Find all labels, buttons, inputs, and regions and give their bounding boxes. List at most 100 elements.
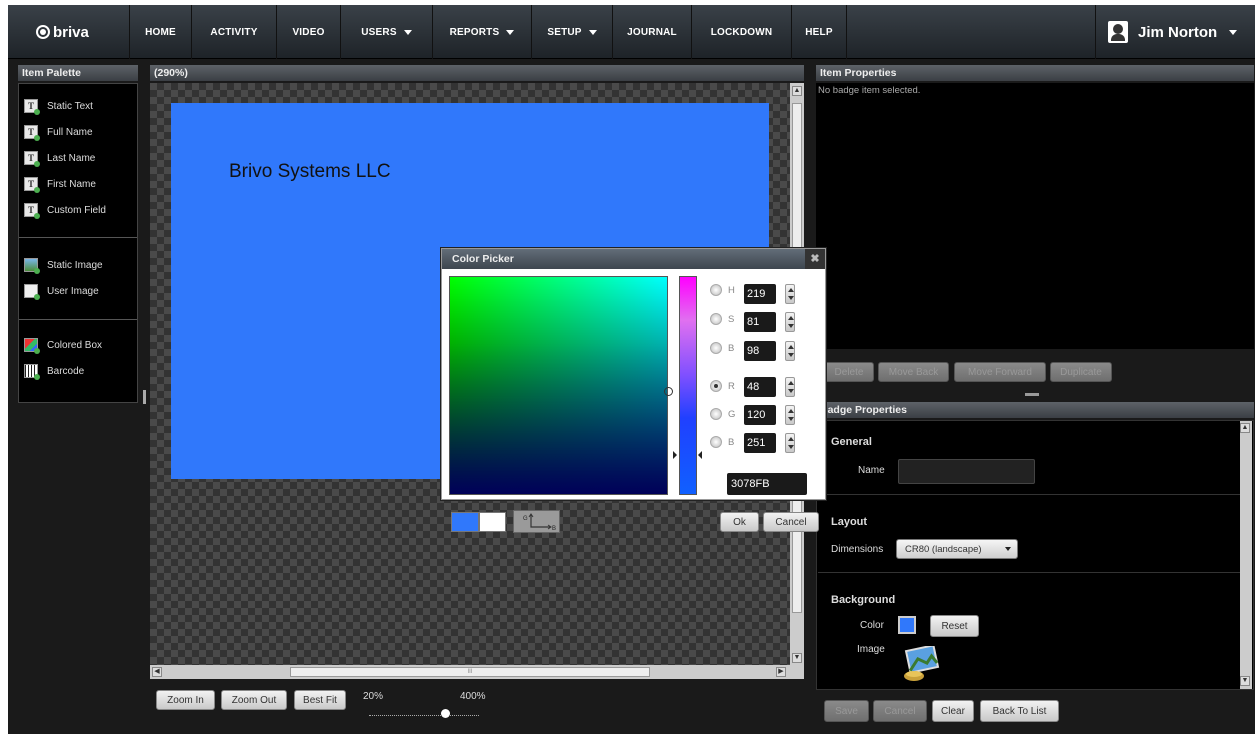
- palette-item-label: Static Image: [47, 259, 103, 271]
- canvas-horizontal-scrollbar[interactable]: ◀ III ▶: [150, 665, 804, 679]
- brivo-logo[interactable]: briva: [8, 5, 130, 59]
- background-color-swatch[interactable]: [898, 616, 916, 634]
- palette-item-full-name[interactable]: T Full Name: [24, 122, 93, 142]
- move-back-button[interactable]: Move Back: [878, 362, 949, 382]
- radio-hue[interactable]: [710, 284, 722, 296]
- radio-red[interactable]: [710, 380, 722, 392]
- close-icon[interactable]: ✖: [805, 249, 825, 269]
- nav-help-label: HELP: [805, 26, 833, 38]
- cancel-color-button[interactable]: Cancel: [763, 512, 819, 532]
- nav-home-label: HOME: [145, 26, 176, 38]
- delete-button[interactable]: Delete: [824, 362, 874, 382]
- move-forward-button[interactable]: Move Forward: [954, 362, 1046, 382]
- scroll-right-icon[interactable]: ▶: [776, 667, 786, 677]
- panel-resize-handle[interactable]: [1025, 393, 1039, 396]
- nav-video[interactable]: VIDEO: [277, 5, 341, 59]
- palette-item-label: Barcode: [47, 365, 85, 377]
- blue-stepper[interactable]: [785, 433, 795, 453]
- item-palette-header: Item Palette: [18, 65, 138, 81]
- nav-help[interactable]: HELP: [792, 5, 847, 59]
- brightness-input[interactable]: 98: [744, 341, 776, 361]
- scroll-up-icon[interactable]: ▲: [1240, 423, 1250, 433]
- nav-home[interactable]: HOME: [130, 5, 192, 59]
- palette-item-barcode[interactable]: Barcode: [24, 361, 84, 381]
- cancel-button[interactable]: Cancel: [873, 700, 927, 722]
- red-label: R: [728, 381, 735, 392]
- hue-stepper[interactable]: [785, 284, 795, 304]
- saturation-label: S: [728, 314, 735, 325]
- nav-activity-label: ACTIVITY: [210, 26, 258, 38]
- color-picker-title: Color Picker: [442, 249, 825, 269]
- red-input[interactable]: 48: [744, 377, 776, 397]
- nav-users[interactable]: USERS: [341, 5, 433, 59]
- item-properties-panel: No badge item selected.: [816, 83, 1254, 349]
- horizontal-scroll-thumb[interactable]: III: [290, 667, 650, 677]
- radio-brightness[interactable]: [710, 342, 722, 354]
- hex-input[interactable]: 3078FB: [727, 473, 807, 495]
- scroll-down-icon[interactable]: ▼: [792, 653, 802, 663]
- badge-name-input[interactable]: [898, 459, 1035, 484]
- duplicate-button[interactable]: Duplicate: [1050, 362, 1112, 382]
- palette-resize-handle[interactable]: [143, 390, 146, 404]
- best-fit-button[interactable]: Best Fit: [294, 690, 346, 710]
- brightness-stepper[interactable]: [785, 341, 795, 361]
- text-field-icon: T: [24, 125, 40, 141]
- nav-setup[interactable]: SETUP: [532, 5, 613, 59]
- reset-button[interactable]: Reset: [930, 615, 979, 637]
- scroll-left-icon[interactable]: ◀: [152, 667, 162, 677]
- nav-lockdown[interactable]: LOCKDOWN: [692, 5, 792, 59]
- slider-arrow-left-icon[interactable]: [673, 451, 677, 459]
- radio-saturation[interactable]: [710, 313, 722, 325]
- nav-reports[interactable]: REPORTS: [433, 5, 532, 59]
- radio-blue[interactable]: [710, 436, 722, 448]
- green-stepper[interactable]: [785, 405, 795, 425]
- background-image-icon[interactable]: [900, 646, 940, 682]
- brivo-logo-icon: [36, 25, 50, 39]
- ok-button[interactable]: Ok: [720, 512, 759, 532]
- slider-arrow-right-icon[interactable]: [698, 451, 702, 459]
- new-color-swatch: [451, 512, 479, 532]
- palette-item-static-image[interactable]: Static Image: [24, 255, 103, 275]
- hue-input[interactable]: 219: [744, 284, 776, 304]
- palette-item-last-name[interactable]: T Last Name: [24, 148, 95, 168]
- chevron-down-icon: [1005, 547, 1011, 551]
- nav-activity[interactable]: ACTIVITY: [192, 5, 277, 59]
- zoom-slider-track[interactable]: [369, 712, 479, 716]
- user-menu[interactable]: Jim Norton: [1095, 5, 1255, 59]
- saturation-input[interactable]: 81: [744, 312, 776, 332]
- brightness-label: B: [728, 343, 735, 354]
- dimensions-select[interactable]: CR80 (landscape): [896, 539, 1018, 559]
- color-field-marker[interactable]: [664, 387, 673, 396]
- scroll-up-icon[interactable]: ▲: [792, 86, 802, 96]
- item-palette: T Static Text T Full Name T Last Name T Firs…: [18, 83, 138, 403]
- palette-item-user-image[interactable]: User Image: [24, 281, 99, 301]
- zoom-out-button[interactable]: Zoom Out: [221, 690, 287, 710]
- clear-button[interactable]: Clear: [932, 700, 974, 722]
- blue-input[interactable]: 251: [744, 433, 776, 453]
- palette-item-custom-field[interactable]: T Custom Field: [24, 200, 106, 220]
- previous-color-swatch[interactable]: [479, 512, 506, 532]
- chevron-down-icon: [588, 29, 597, 35]
- save-button[interactable]: Save: [824, 700, 869, 722]
- swap-channels-button[interactable]: G B: [513, 510, 560, 533]
- palette-item-static-text[interactable]: T Static Text: [24, 96, 93, 116]
- green-input[interactable]: 120: [744, 405, 776, 425]
- dimensions-label: Dimensions: [831, 544, 884, 555]
- color-saturation-field[interactable]: [449, 276, 673, 495]
- palette-item-colored-box[interactable]: Colored Box: [24, 335, 102, 355]
- radio-green[interactable]: [710, 408, 722, 420]
- badge-static-text[interactable]: Brivo Systems LLC: [229, 161, 391, 183]
- scroll-grip: III: [467, 669, 473, 675]
- color-channel-slider[interactable]: [679, 276, 697, 495]
- chevron-down-icon: [506, 29, 515, 35]
- palette-item-first-name[interactable]: T First Name: [24, 174, 96, 194]
- zoom-slider-handle[interactable]: [441, 709, 450, 718]
- red-stepper[interactable]: [785, 377, 795, 397]
- scroll-down-icon[interactable]: ▼: [1240, 676, 1250, 686]
- nav-journal[interactable]: JOURNAL: [613, 5, 692, 59]
- saturation-stepper[interactable]: [785, 312, 795, 332]
- back-to-list-button[interactable]: Back To List: [980, 700, 1059, 722]
- badge-properties-scrollbar[interactable]: ▲ ▼: [1240, 421, 1252, 689]
- palette-item-label: Custom Field: [47, 204, 106, 216]
- zoom-in-button[interactable]: Zoom In: [156, 690, 215, 710]
